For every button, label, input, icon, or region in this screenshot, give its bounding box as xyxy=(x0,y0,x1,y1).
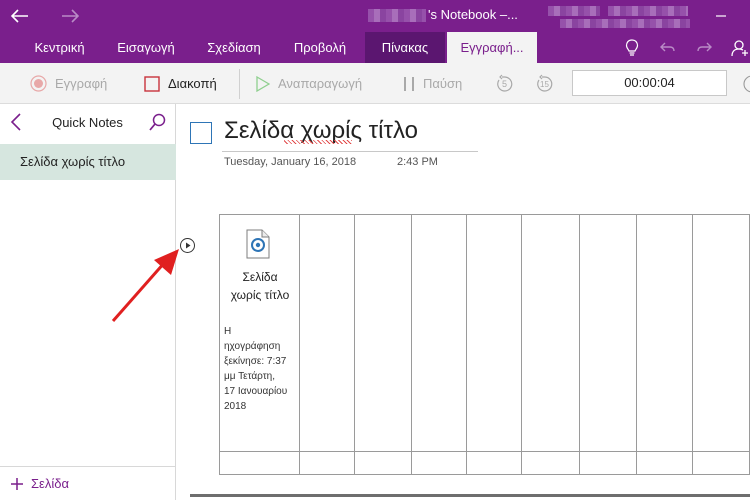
record-button[interactable]: Εγγραφή xyxy=(30,63,107,104)
record-icon xyxy=(30,75,47,92)
recording-toolbar: Εγγραφή Διακοπή Αναπαραγωγή Παύση 5 15 0… xyxy=(0,63,750,104)
table-cell[interactable] xyxy=(466,214,522,452)
tab-recording[interactable]: Εγγραφή... xyxy=(447,32,537,63)
page-time: 2:43 PM xyxy=(397,156,438,168)
add-page-label: Σελίδα xyxy=(31,476,69,491)
pause-button[interactable]: Παύση xyxy=(403,63,462,104)
audio-file-name[interactable]: Σελίδα χωρίς τίτλο xyxy=(222,268,298,304)
window-title: 's Notebook –... xyxy=(428,7,518,22)
ribbon-tabs: Κεντρική Εισαγωγή Σχεδίαση Προβολή Πίνακ… xyxy=(0,32,750,63)
minimize-icon[interactable] xyxy=(709,4,733,28)
audio-file-icon[interactable] xyxy=(246,229,270,263)
title-underline xyxy=(222,151,478,152)
redacted-account-line2 xyxy=(560,19,690,28)
table-cell[interactable] xyxy=(354,451,412,475)
pause-label: Παύση xyxy=(423,76,463,91)
play-icon xyxy=(256,75,270,92)
record-label: Εγγραφή xyxy=(55,76,108,91)
table-cell[interactable] xyxy=(692,451,750,475)
rewind-seconds: 5 xyxy=(502,78,508,89)
plus-icon xyxy=(11,477,23,490)
tab-table[interactable]: Πίνακας xyxy=(365,32,445,63)
stop-label: Διακοπή xyxy=(168,76,217,91)
redacted-account-line3 xyxy=(608,6,688,16)
rewind-button[interactable]: 5 xyxy=(495,63,515,104)
stop-button[interactable]: Διακοπή xyxy=(144,63,217,104)
table-cell[interactable] xyxy=(354,214,412,452)
add-page-button[interactable]: Σελίδα xyxy=(0,466,176,500)
title-bar: 's Notebook –... xyxy=(0,0,750,32)
table-cell[interactable] xyxy=(466,451,522,475)
recording-timer: 00:00:04 xyxy=(572,70,727,96)
table-cell[interactable] xyxy=(219,451,300,475)
toolbar-divider xyxy=(239,69,240,99)
table-cell[interactable] xyxy=(692,214,750,452)
table-cell[interactable] xyxy=(411,451,467,475)
forward-button[interactable]: 15 xyxy=(535,63,555,104)
stop-icon xyxy=(144,75,160,92)
play-label: Αναπαραγωγή xyxy=(278,76,363,91)
table-cell[interactable] xyxy=(579,451,637,475)
forward-arrow-icon[interactable] xyxy=(58,4,82,28)
table-cell[interactable] xyxy=(579,214,637,452)
table-cell[interactable] xyxy=(299,451,355,475)
tab-view[interactable]: Προβολή xyxy=(282,32,358,63)
page-date: Tuesday, January 16, 2018 xyxy=(224,156,357,168)
page-list-item-selected[interactable]: Σελίδα χωρίς τίτλο xyxy=(0,144,176,180)
table-cell[interactable] xyxy=(521,214,580,452)
overflow-icon[interactable] xyxy=(740,63,750,104)
recording-start-info: Η ηχογράφηση ξεκίνησε: 7:37 μμ Τετάρτη, … xyxy=(224,326,288,412)
page-title-checkbox[interactable] xyxy=(190,122,212,144)
tab-draw[interactable]: Σχεδίαση xyxy=(192,32,276,63)
pause-icon xyxy=(404,76,414,91)
spellcheck-squiggle xyxy=(284,140,352,144)
annotation-arrow xyxy=(111,249,179,322)
play-button[interactable]: Αναπαραγωγή xyxy=(256,63,362,104)
table-cell[interactable] xyxy=(299,214,355,452)
lightbulb-icon[interactable] xyxy=(620,36,644,60)
table-cell[interactable] xyxy=(521,451,580,475)
search-icon[interactable] xyxy=(149,113,167,135)
horizontal-scrollbar[interactable] xyxy=(190,494,750,497)
back-arrow-icon[interactable] xyxy=(8,4,32,28)
tab-home[interactable]: Κεντρική xyxy=(22,32,97,63)
tab-insert[interactable]: Εισαγωγή xyxy=(104,32,188,63)
share-person-icon[interactable] xyxy=(728,36,750,60)
forward-seconds: 15 xyxy=(540,79,549,89)
redacted-username xyxy=(368,9,426,22)
section-title: Quick Notes xyxy=(52,115,123,130)
undo-icon[interactable] xyxy=(656,36,680,60)
redacted-account-line1 xyxy=(548,6,600,16)
table-cell[interactable] xyxy=(636,214,693,452)
table-cell[interactable] xyxy=(636,451,693,475)
back-chevron-icon[interactable] xyxy=(10,113,22,135)
table-cell[interactable] xyxy=(411,214,467,452)
redo-icon[interactable] xyxy=(692,36,716,60)
